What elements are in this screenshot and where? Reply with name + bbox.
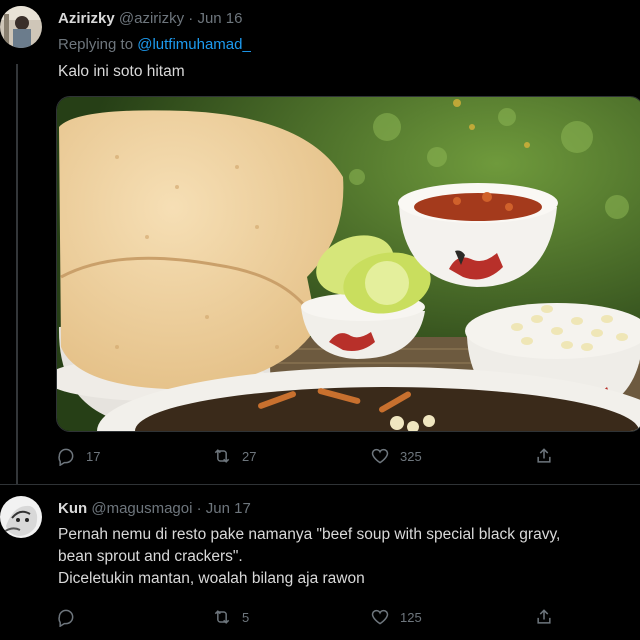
retweet-icon	[214, 610, 230, 624]
tweet-text-line: Pernah nemu di resto pake namanya "beef …	[58, 526, 561, 543]
reply-icon	[58, 609, 74, 627]
author-handle[interactable]: @magusmagoi	[91, 500, 192, 517]
tweet-header: Kun @magusmagoi · Jun 17	[58, 500, 251, 517]
tweet-date[interactable]: · Jun 17	[197, 500, 251, 517]
share-icon	[537, 609, 551, 624]
share-icon	[537, 448, 551, 463]
reply-button[interactable]: 17	[56, 446, 100, 466]
food-photo-illustration	[57, 97, 640, 431]
tweet-photo[interactable]	[56, 96, 640, 432]
replying-to-mention[interactable]: @lutfimuhamad_	[137, 36, 251, 53]
like-count: 325	[400, 448, 422, 464]
like-button[interactable]: 325	[370, 446, 422, 466]
tweet-text-line: bean sprout and crackers".	[58, 548, 243, 565]
retweet-count: 5	[242, 609, 250, 625]
retweet-button[interactable]: 27	[212, 446, 256, 466]
retweet-count: 27	[242, 448, 257, 464]
replying-to-label: Replying to	[58, 36, 134, 53]
reply-count: 17	[86, 448, 101, 464]
tweet-text: Pernah nemu di resto pake namanya "beef …	[58, 524, 638, 590]
share-button[interactable]	[534, 607, 554, 627]
heart-icon	[371, 448, 389, 464]
reply-icon	[58, 448, 74, 466]
retweet-icon	[214, 449, 230, 463]
author-name[interactable]: Kun	[58, 500, 87, 517]
tweet-header: Azirizky @azirizky · Jun 16	[58, 10, 242, 27]
tweet-date[interactable]: · Jun 16	[188, 10, 242, 27]
thread-connector-line	[16, 64, 18, 484]
tweet-divider	[0, 484, 640, 485]
tweet-text: Kalo ini soto hitam	[58, 63, 185, 80]
heart-icon	[371, 609, 389, 625]
retweet-button[interactable]: 5	[212, 607, 249, 627]
tweet-actions: 17 27 325	[56, 446, 640, 470]
tweet-actions: 5 125	[56, 607, 640, 631]
like-count: 125	[400, 609, 422, 625]
like-button[interactable]: 125	[370, 607, 422, 627]
avatar[interactable]	[0, 6, 42, 48]
tweet-text-line: Diceletukin mantan, woalah bilang aja ra…	[58, 570, 365, 587]
replying-to-line: Replying to @lutfimuhamad_	[58, 36, 251, 53]
reply-button[interactable]	[56, 607, 86, 627]
author-handle[interactable]: @azirizky	[119, 10, 184, 27]
author-name[interactable]: Azirizky	[58, 10, 115, 27]
share-button[interactable]	[534, 446, 554, 466]
avatar[interactable]	[0, 496, 42, 538]
